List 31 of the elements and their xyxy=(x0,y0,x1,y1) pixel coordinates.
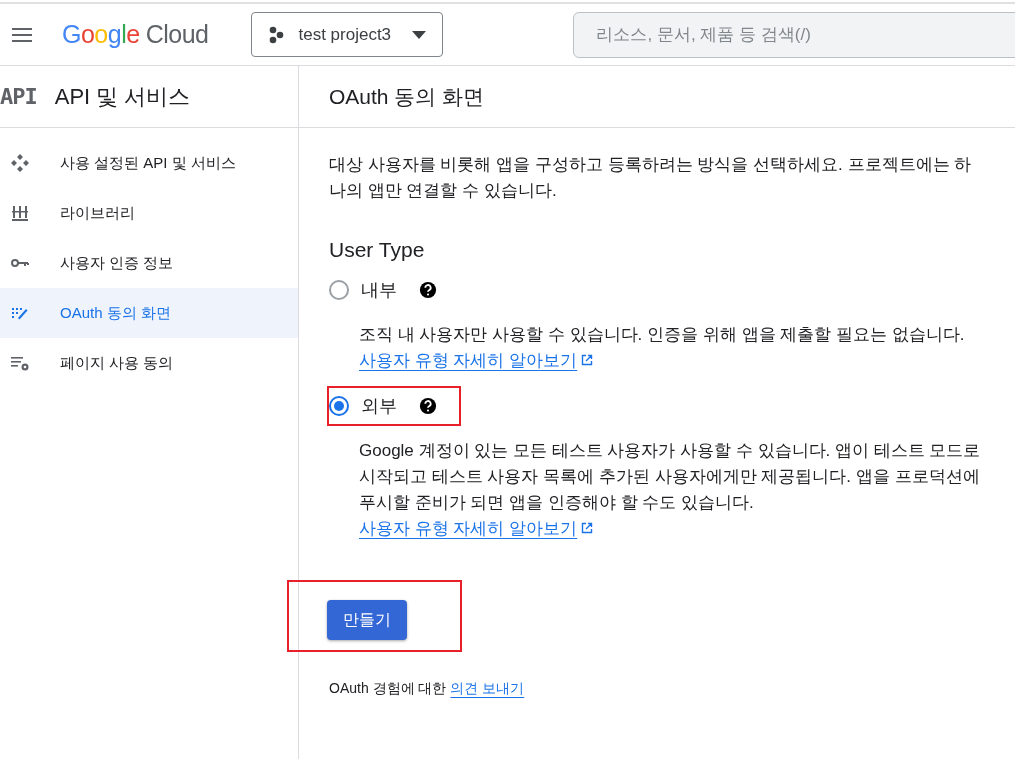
page-title: OAuth 동의 화면 xyxy=(299,66,1015,128)
radio-button[interactable] xyxy=(329,280,349,300)
sidebar-item[interactable]: 사용자 인증 정보 xyxy=(0,238,298,288)
intro-text: 대상 사용자를 비롯해 앱을 구성하고 등록하려는 방식을 선택하세요. 프로젝트에는 하나의 앱만 연결할 수 있습니다. xyxy=(329,154,973,202)
option-description: Google 계정이 있는 모든 테스트 사용자가 사용할 수 있습니다. 앱이 테스트 모드로 시작되고 테스트 사용자 목록에 추가된 사용자에게만 제공됩니다. 앱을 프로덕션에 푸시할 준비가 되면 앱을 인증해야 할 수도 있습니다. 사용자 유형 자세히 알아보기 xyxy=(359,440,982,540)
caret-icon xyxy=(412,30,427,39)
sidebar-item[interactable]: OAuth 동의 화면 xyxy=(0,288,298,338)
search-field[interactable]: 리소스, 문서, 제품 등 검색(/) xyxy=(573,11,1015,58)
external-link-icon xyxy=(581,354,594,366)
project-picker[interactable]: test project3 xyxy=(251,12,444,57)
help-icon[interactable] xyxy=(419,281,437,299)
google-cloud-logo[interactable]: Google Cloud xyxy=(62,20,209,49)
feedback-text: OAuth 경험에 대한 의견 보내기 xyxy=(329,680,526,698)
radio-button[interactable] xyxy=(329,396,349,416)
help-icon[interactable] xyxy=(419,397,437,415)
sidebar-item[interactable]: 라이브러리 xyxy=(0,188,298,238)
create-button[interactable]: 만들기 xyxy=(327,600,407,640)
option-label: 내부 xyxy=(361,279,397,302)
library-icon xyxy=(10,203,30,223)
feedback-link[interactable]: 의견 보내기 xyxy=(450,680,525,696)
sidebar-item[interactable]: 사용 설정된 API 및 서비스 xyxy=(0,138,298,188)
sidebar-title: API 및 서비스 xyxy=(54,82,191,111)
learn-more-link[interactable]: 사용자 유형 자세히 알아보기 xyxy=(359,519,594,538)
api-label: API xyxy=(0,84,37,109)
external-link-icon xyxy=(581,522,594,534)
option-label: 외부 xyxy=(361,395,397,418)
learn-more-link[interactable]: 사용자 유형 자세히 알아보기 xyxy=(359,351,594,370)
sidebar-item[interactable]: 페이지 사용 동의 xyxy=(0,338,298,388)
diamond-dots-icon xyxy=(10,153,30,173)
section-heading: User Type xyxy=(329,238,426,262)
option-description: 조직 내 사용자만 사용할 수 있습니다. 인증을 위해 앱을 제출할 필요는 없습니다. 사용자 유형 자세히 알아보기 xyxy=(359,324,966,372)
